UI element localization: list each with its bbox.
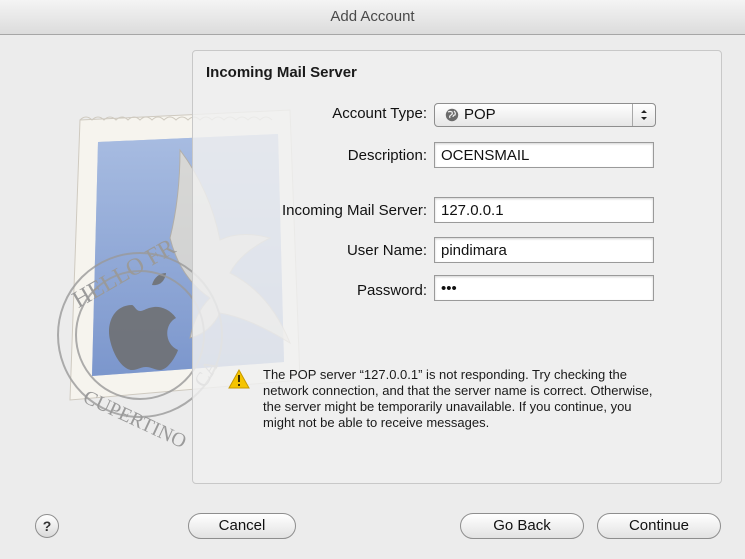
add-account-window: Add Account HELLO FR CUPERTINO CA bbox=[0, 0, 745, 559]
description-field[interactable] bbox=[434, 142, 654, 168]
popup-arrows-icon bbox=[632, 104, 655, 126]
section-title: Incoming Mail Server bbox=[206, 64, 357, 81]
user-name-field[interactable] bbox=[434, 237, 654, 263]
password-label: Password: bbox=[356, 282, 427, 299]
continue-button[interactable]: Continue bbox=[597, 513, 721, 539]
description-label: Description: bbox=[347, 147, 427, 164]
warning-icon bbox=[228, 369, 250, 389]
user-name-label: User Name: bbox=[346, 242, 427, 259]
warning-message: The POP server “127.0.0.1” is not respon… bbox=[263, 367, 653, 430]
account-type-popup[interactable]: POP bbox=[434, 103, 656, 127]
cancel-button[interactable]: Cancel bbox=[188, 513, 296, 539]
incoming-server-field[interactable] bbox=[434, 197, 654, 223]
postmark-text-bottom: CUPERTINO bbox=[80, 386, 190, 453]
globe-icon bbox=[445, 108, 459, 122]
go-back-button[interactable]: Go Back bbox=[460, 513, 584, 539]
account-type-label: Account Type: bbox=[332, 105, 427, 122]
incoming-server-label: Incoming Mail Server: bbox=[281, 202, 427, 219]
window-title: Add Account bbox=[0, 0, 745, 35]
account-type-value: POP bbox=[464, 106, 496, 123]
help-button[interactable]: ? bbox=[35, 514, 59, 538]
password-field[interactable] bbox=[434, 275, 654, 301]
